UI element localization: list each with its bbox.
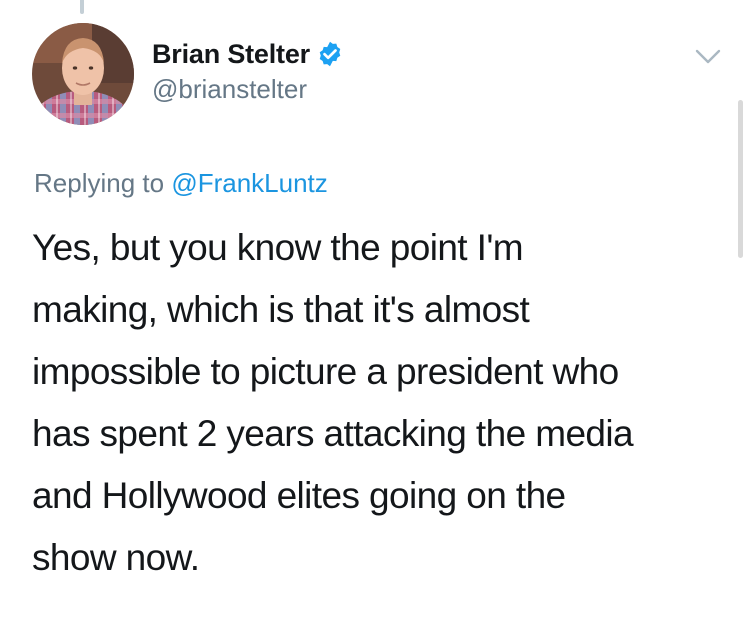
tweet-text-line: making, which is that it's almost: [32, 289, 530, 330]
author-name-row[interactable]: Brian Stelter: [152, 36, 344, 72]
user-photo-avatar-icon: [32, 23, 134, 125]
tweet-header: Brian Stelter @brianstelter: [152, 36, 344, 105]
tweet-text-line: and Hollywood elites going on the: [32, 475, 566, 516]
tweet-text: Yes, but you know the point I'm making, …: [32, 217, 722, 589]
author-handle[interactable]: @brianstelter: [152, 74, 344, 105]
avatar[interactable]: [32, 23, 134, 125]
tweet-text-line: has spent 2 years attacking the media: [32, 413, 634, 454]
thread-connector-line: [80, 0, 84, 14]
tweet-text-line: impossible to picture a president who: [32, 351, 619, 392]
mention-link[interactable]: @FrankLuntz: [171, 168, 327, 198]
replying-to: Replying to @FrankLuntz: [34, 168, 328, 199]
tweet-text-line: Yes, but you know the point I'm: [32, 227, 524, 268]
tweet-text-line: show now.: [32, 537, 200, 578]
scrollbar[interactable]: [738, 100, 743, 258]
author-display-name[interactable]: Brian Stelter: [152, 39, 310, 70]
verified-badge-icon: [319, 41, 341, 67]
replying-to-prefix: Replying to: [34, 168, 165, 198]
chevron-down-icon[interactable]: [695, 48, 721, 66]
